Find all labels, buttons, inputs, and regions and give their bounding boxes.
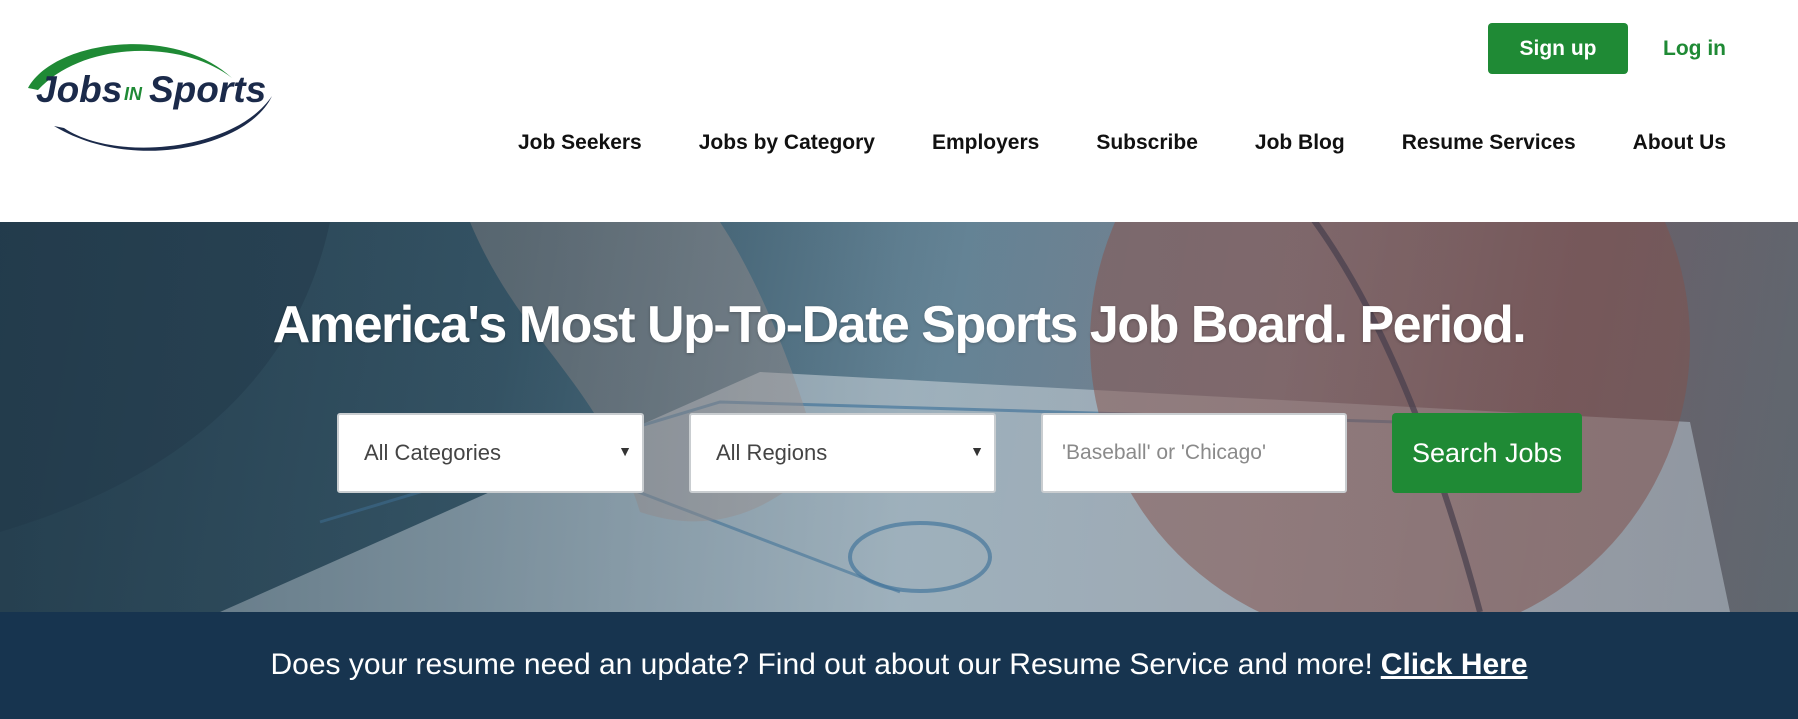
- auth-links: Sign up Log in: [1488, 23, 1726, 74]
- banner-text: Does your resume need an update? Find ou…: [270, 648, 1373, 681]
- nav-item-resume-services[interactable]: Resume Services: [1402, 131, 1576, 155]
- job-search-form: All Categories ▼ All Regions ▼ Search Jo…: [337, 413, 1582, 493]
- logo-word-sports: Sports: [149, 69, 266, 110]
- nav-item-jobs-by-category[interactable]: Jobs by Category: [699, 131, 875, 155]
- logo-word-in: IN: [124, 84, 143, 104]
- caret-down-icon: ▼: [618, 443, 632, 459]
- keyword-search-input[interactable]: [1041, 413, 1347, 493]
- search-jobs-button[interactable]: Search Jobs: [1392, 413, 1582, 493]
- nav-item-employers[interactable]: Employers: [932, 131, 1039, 155]
- nav-item-subscribe[interactable]: Subscribe: [1096, 131, 1198, 155]
- jobs-in-sports-logo[interactable]: Jobs IN Sports: [24, 34, 274, 156]
- site-header: Jobs IN Sports Sign up Log in Job Seeker…: [0, 0, 1798, 222]
- sign-up-button[interactable]: Sign up: [1488, 23, 1628, 74]
- hero-section: America's Most Up-To-Date Sports Job Boa…: [0, 222, 1798, 612]
- logo-word-jobs: Jobs: [36, 69, 122, 110]
- category-select-value: All Categories: [364, 440, 501, 465]
- nav-item-about-us[interactable]: About Us: [1633, 131, 1726, 155]
- nav-item-job-blog[interactable]: Job Blog: [1255, 131, 1345, 155]
- nav-item-job-seekers[interactable]: Job Seekers: [518, 131, 642, 155]
- resume-promo-banner: Does your resume need an update? Find ou…: [0, 612, 1798, 719]
- click-here-link[interactable]: Click Here: [1381, 648, 1528, 682]
- caret-down-icon: ▼: [970, 443, 984, 459]
- log-in-link[interactable]: Log in: [1663, 37, 1726, 61]
- hero-title: America's Most Up-To-Date Sports Job Boa…: [272, 296, 1527, 354]
- region-select[interactable]: All Regions ▼: [689, 413, 996, 493]
- logo-graphic: Jobs IN Sports: [28, 44, 272, 151]
- region-select-value: All Regions: [716, 440, 828, 465]
- category-select[interactable]: All Categories ▼: [337, 413, 644, 493]
- main-nav: Job Seekers Jobs by Category Employers S…: [518, 131, 1726, 155]
